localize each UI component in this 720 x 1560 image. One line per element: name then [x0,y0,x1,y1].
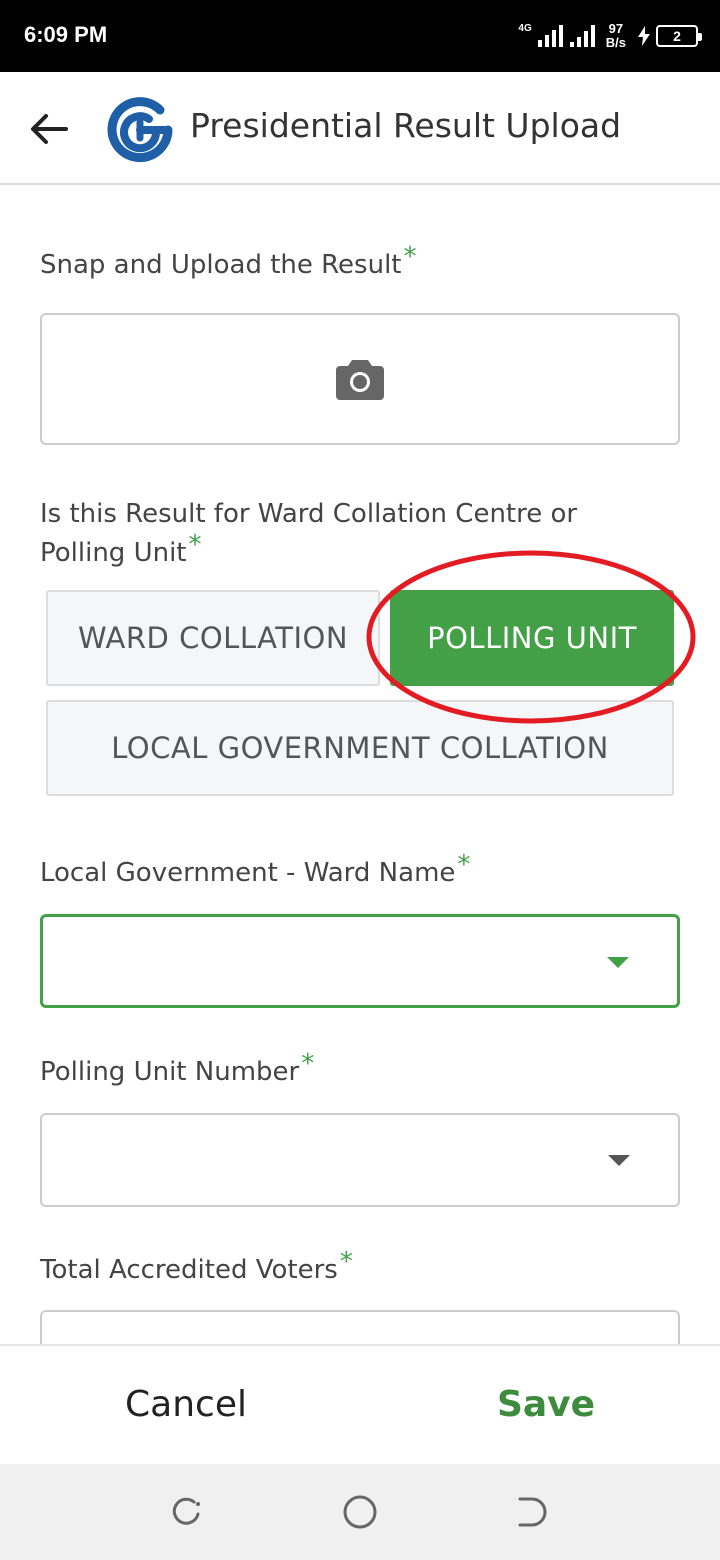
polling-unit-label: POLLING UNIT [427,621,637,655]
battery-level: 2 [673,28,681,44]
polling-unit-number-label: Polling Unit Number* [40,1049,314,1087]
status-icons: 4G 97 B/s 2 [518,18,702,54]
status-bar: 6:09 PM 4G 97 B/s 2 [0,0,720,72]
network-speed: 97 B/s [606,22,626,50]
save-button[interactable]: Save [362,1384,720,1425]
required-mark: * [457,850,471,880]
ward-name-label-text: Local Government - Ward Name [40,858,456,888]
ward-name-label: Local Government - Ward Name* [40,850,470,888]
back-nav-icon[interactable] [514,1494,550,1530]
arrow-left-icon [31,114,68,144]
result-type-label-text: Is this Result for Ward Collation Centre… [40,499,578,568]
app-bar: Presidential Result Upload [0,72,720,185]
cancel-button[interactable]: Cancel [0,1384,372,1425]
total-accredited-voters-label-text: Total Accredited Voters [40,1255,338,1285]
required-mark: * [403,242,417,272]
speed-unit: B/s [605,35,626,50]
ward-collation-label: WARD COLLATION [77,621,349,655]
required-mark: * [301,1049,315,1079]
status-time: 6:09 PM [24,22,108,47]
speed-value: 97 [608,21,624,36]
signal-icon [537,25,563,47]
ward-collation-button[interactable]: WARD COLLATION [46,590,380,686]
chevron-down-icon [608,1155,630,1166]
polling-unit-button[interactable]: POLLING UNIT [390,590,674,686]
back-button[interactable] [26,106,72,152]
local-government-collation-button[interactable]: LOCAL GOVERNMENT COLLATION [46,700,674,796]
signal-icon-secondary [569,25,595,47]
camera-icon [336,360,384,400]
polling-unit-number-label-text: Polling Unit Number [40,1057,300,1087]
recent-apps-icon[interactable] [168,1494,204,1530]
app-logo [107,97,173,163]
battery-icon: 2 [656,25,702,47]
required-mark: * [188,530,202,560]
total-accredited-voters-label: Total Accredited Voters* [40,1247,353,1285]
home-icon[interactable] [342,1494,378,1530]
required-mark: * [339,1247,353,1277]
upload-label-text: Snap and Upload the Result [40,250,402,280]
network-type-label: 4G [518,22,532,34]
action-bar: Cancel Save [0,1344,720,1464]
result-type-label: Is this Result for Ward Collation Centre… [40,495,660,573]
local-government-collation-label: LOCAL GOVERNMENT COLLATION [111,731,609,765]
upload-result-box[interactable] [40,313,680,445]
polling-unit-number-select[interactable] [40,1113,680,1207]
charging-icon [638,26,650,46]
ward-name-select[interactable] [40,914,680,1008]
system-nav-bar [0,1464,720,1560]
page-title: Presidential Result Upload [190,106,622,145]
upload-label: Snap and Upload the Result* [40,242,417,280]
chevron-down-icon [607,957,629,968]
